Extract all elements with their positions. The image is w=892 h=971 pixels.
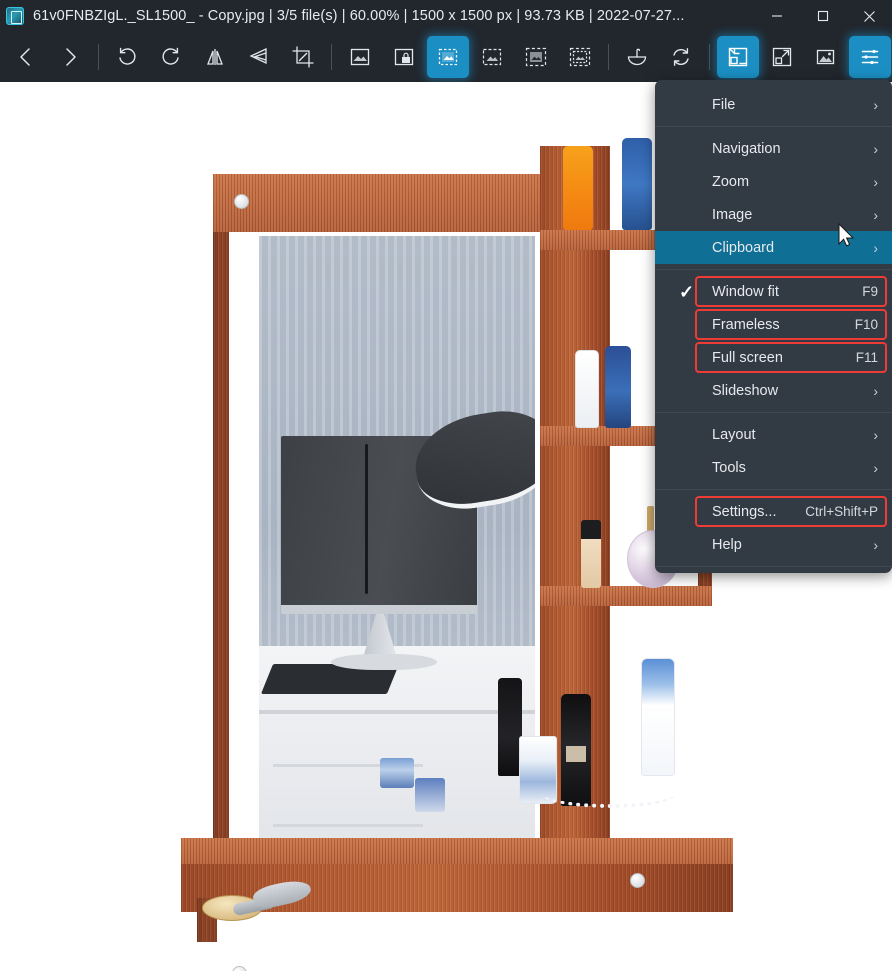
frame-left-edge — [213, 174, 229, 894]
white-blue-tube — [641, 658, 675, 776]
toolbar-separator — [98, 44, 99, 70]
menu-separator — [655, 566, 892, 567]
blue-jar — [380, 758, 414, 788]
title-bar: 61v0FNBZIgL._SL1500_ - Copy.jpg | 3/5 fi… — [0, 0, 892, 32]
chevron-right-icon: › — [873, 382, 878, 399]
minimize-button[interactable] — [754, 0, 800, 32]
drawer-line — [273, 824, 423, 827]
menu-item-zoom[interactable]: Zoom › — [655, 165, 892, 198]
menu-item-help[interactable]: Help › — [655, 528, 892, 561]
edit-image-button[interactable] — [471, 36, 513, 78]
reflected-jar — [415, 778, 445, 812]
main-menu-button[interactable] — [849, 36, 891, 78]
window-fit-button[interactable] — [717, 36, 759, 78]
print-button[interactable] — [616, 36, 658, 78]
menu-item-navigation[interactable]: Navigation › — [655, 132, 892, 165]
blue-tube — [605, 346, 631, 428]
foundation-bottle — [581, 520, 601, 588]
flip-horizontal-button[interactable] — [194, 36, 236, 78]
menu-item-shortcut: F9 — [862, 284, 878, 299]
chevron-right-icon: › — [873, 96, 878, 113]
menu-item-shortcut: F10 — [854, 317, 878, 332]
toolbar-separator — [608, 44, 609, 70]
shelf — [540, 586, 712, 606]
menu-item-image[interactable]: Image › — [655, 198, 892, 231]
menu-item-label: Slideshow — [712, 382, 779, 399]
flip-vertical-button[interactable] — [238, 36, 280, 78]
lock-zoom-button[interactable] — [383, 36, 425, 78]
menu-item-label: Window fit — [712, 283, 779, 300]
mirror-glass — [259, 236, 535, 886]
menu-item-window-fit[interactable]: ✓ Window fit F9 — [655, 275, 892, 308]
menu-item-label: Help — [712, 536, 742, 553]
monitor-stand — [363, 614, 397, 658]
menu-item-label: File — [712, 96, 736, 113]
menu-separator — [655, 412, 892, 413]
menu-item-shortcut: Ctrl+Shift+P — [805, 504, 878, 519]
image-glass-icon — [6, 7, 24, 25]
menu-item-label: Image — [712, 206, 753, 223]
menu-item-label: Full screen — [712, 349, 783, 366]
menu-item-frameless[interactable]: Frameless F10 — [655, 308, 892, 341]
pearl-necklace — [541, 778, 677, 808]
menu-separator — [655, 269, 892, 270]
mounting-knob — [630, 873, 645, 888]
refresh-button[interactable] — [660, 36, 702, 78]
menu-item-label: Layout — [712, 426, 756, 443]
menu-item-label: Zoom — [712, 173, 750, 190]
menu-item-tools[interactable]: Tools › — [655, 451, 892, 484]
menu-item-clipboard[interactable]: Clipboard › — [655, 231, 892, 264]
white-tube — [575, 350, 599, 428]
blue-tube — [622, 138, 652, 230]
check-icon: ✓ — [679, 281, 695, 302]
menu-item-settings[interactable]: Settings... Ctrl+Shift+P — [655, 495, 892, 528]
menu-item-exit[interactable]: ExitESC — [655, 572, 892, 573]
rotate-left-button[interactable] — [106, 36, 148, 78]
menu-item-full-screen[interactable]: Full screen F11 — [655, 341, 892, 374]
mounting-knob — [234, 194, 249, 209]
desk-edge — [259, 710, 535, 714]
menu-item-layout[interactable]: Layout › — [655, 418, 892, 451]
chevron-right-icon: › — [873, 239, 878, 256]
menu-separator — [655, 489, 892, 490]
menu-item-label: Clipboard — [712, 239, 775, 256]
main-menu-popup[interactable]: File › Navigation › Zoom › Image › Clipboard › ✓ Wi… — [655, 80, 892, 573]
chevron-right-icon: › — [873, 173, 878, 190]
rotate-right-button[interactable] — [150, 36, 192, 78]
image-viewer-window: 61v0FNBZIgL._SL1500_ - Copy.jpg | 3/5 fi… — [0, 0, 892, 971]
menu-item-label: Frameless — [712, 316, 780, 333]
mounting-knob — [232, 966, 247, 971]
next-image-button[interactable] — [49, 36, 91, 78]
chevron-right-icon: › — [873, 459, 878, 476]
close-button[interactable] — [846, 0, 892, 32]
thumbnail-bar-button[interactable] — [805, 36, 847, 78]
set-wallpaper-button[interactable] — [339, 36, 381, 78]
chevron-right-icon: › — [873, 536, 878, 553]
chevron-right-icon: › — [873, 426, 878, 443]
toolbar-separator — [331, 44, 332, 70]
mirror-frame — [213, 174, 543, 894]
monitor-base — [331, 654, 437, 670]
window-title: 61v0FNBZIgL._SL1500_ - Copy.jpg | 3/5 fi… — [33, 8, 685, 24]
maximize-button[interactable] — [800, 0, 846, 32]
menu-item-label: Navigation — [712, 140, 781, 157]
menu-separator — [655, 126, 892, 127]
view-image-button[interactable] — [427, 36, 469, 78]
chevron-right-icon: › — [873, 206, 878, 223]
chevron-right-icon: › — [873, 140, 878, 157]
actual-size-button[interactable] — [761, 36, 803, 78]
toolbar-separator — [709, 44, 710, 70]
menu-item-shortcut: F11 — [855, 350, 878, 365]
menu-item-slideshow[interactable]: Slideshow › — [655, 374, 892, 407]
previous-image-button[interactable] — [5, 36, 47, 78]
menu-item-label: Settings... — [712, 503, 777, 520]
crop-button[interactable] — [282, 36, 324, 78]
toolbar: ••• — [0, 32, 892, 82]
image-selection-button[interactable] — [559, 36, 601, 78]
orange-tube — [563, 146, 593, 230]
frame-top-rail — [213, 174, 543, 232]
menu-item-label: Tools — [712, 459, 746, 476]
menu-item-file[interactable]: File › — [655, 88, 892, 121]
image-channels-button[interactable] — [515, 36, 557, 78]
